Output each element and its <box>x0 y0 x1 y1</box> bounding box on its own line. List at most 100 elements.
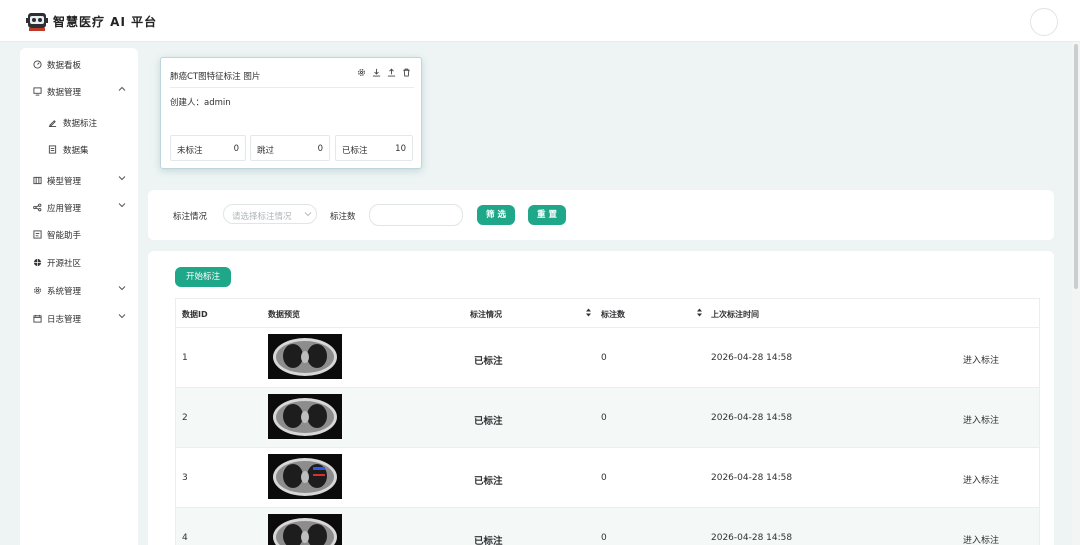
column-header-preview[interactable]: 数据预览 <box>268 309 300 320</box>
cell-id: 4 <box>182 533 188 543</box>
download-icon[interactable] <box>372 68 381 78</box>
model-icon <box>32 175 42 185</box>
sidebar-item-assistant[interactable]: 智能助手 <box>20 224 138 244</box>
sidebar-item-label: 系统管理 <box>47 287 82 297</box>
sidebar-item-community[interactable]: 开源社区 <box>20 252 138 272</box>
column-header-id[interactable]: 数据ID <box>182 309 208 320</box>
start-annotation-button[interactable]: 开始标注 <box>175 267 231 287</box>
upload-icon[interactable] <box>387 68 396 78</box>
enter-annotation-link[interactable]: 进入标注 <box>963 533 999 545</box>
column-header-status[interactable]: 标注情况 <box>470 309 502 320</box>
app-share-icon <box>32 202 42 212</box>
data-table: 数据ID 数据预览 标注情况 标注数 上次标注时间 1 已标注 0 2026-0… <box>175 298 1040 545</box>
status-select[interactable]: 请选择标注情况 <box>223 204 317 224</box>
ct-scan-thumbnail[interactable] <box>268 334 342 379</box>
ct-scan-thumbnail[interactable] <box>268 514 342 545</box>
robot-logo-icon <box>26 13 48 31</box>
page-scrollbar-thumb[interactable] <box>1074 44 1078 289</box>
dataset-actions <box>357 68 411 78</box>
sidebar-item-label: 数据集 <box>63 146 89 156</box>
sort-icon[interactable] <box>696 307 703 318</box>
divider <box>170 87 414 88</box>
enter-annotation-link[interactable]: 进入标注 <box>963 413 999 426</box>
filter-bar: 标注情况 请选择标注情况 标注数 筛 选 重 置 <box>148 190 1054 240</box>
stat-value: 0 <box>233 144 239 154</box>
stat-label: 已标注 <box>342 146 368 156</box>
table-row: 1 已标注 0 2026-04-28 14:58 进入标注 <box>176 328 1039 388</box>
sidebar-item-model-management[interactable]: 模型管理 <box>20 170 138 190</box>
sidebar-item-data-annotation[interactable]: 数据标注 <box>20 112 138 132</box>
gear-icon <box>32 285 42 295</box>
count-input[interactable] <box>369 204 463 226</box>
delete-icon[interactable] <box>402 68 411 78</box>
stat-value: 10 <box>395 144 406 154</box>
sidebar-item-data-management[interactable]: 数据管理 <box>20 81 138 101</box>
chevron-down-icon <box>118 176 126 181</box>
dataset-info-popover: 肺癌CT图特征标注 图片 创建人：admin 未标注 0 跳过 0 已标注 10 <box>160 57 422 169</box>
stat-value: 0 <box>317 144 323 154</box>
sidebar-nav: 数据看板 数据管理 数据标注 数据集 模型管理 应用管理 智能助手 开源社区 系… <box>20 48 138 545</box>
sidebar-item-label: 应用管理 <box>47 204 82 214</box>
dashboard-icon <box>32 59 42 69</box>
cell-count: 0 <box>601 473 607 483</box>
stat-unannotated: 未标注 0 <box>170 135 246 161</box>
stat-label: 未标注 <box>177 146 203 156</box>
sidebar-item-dataset[interactable]: 数据集 <box>20 139 138 159</box>
app-title: 智慧医疗 AI 平台 <box>53 15 158 29</box>
stat-skipped: 跳过 0 <box>250 135 330 161</box>
sidebar-item-label: 数据看板 <box>47 61 82 71</box>
table-row: 3 已标注 0 2026-04-28 14:58 进入标注 <box>176 448 1039 508</box>
globe-icon <box>32 257 42 267</box>
cell-status: 已标注 <box>474 416 503 427</box>
creator-text: 创建人：admin <box>170 98 231 108</box>
ct-scan-thumbnail[interactable] <box>268 394 342 439</box>
data-table-card: 开始标注 数据ID 数据预览 标注情况 标注数 上次标注时间 1 已标注 0 2… <box>148 251 1054 545</box>
cell-status: 已标注 <box>474 536 503 545</box>
table-row: 2 已标注 0 2026-04-28 14:58 进入标注 <box>176 388 1039 448</box>
cell-id: 2 <box>182 413 188 423</box>
dataset-title: 肺癌CT图特征标注 图片 <box>170 72 261 82</box>
cell-last-time: 2026-04-28 14:58 <box>711 353 793 363</box>
column-header-last-time[interactable]: 上次标注时间 <box>711 309 759 320</box>
annotate-pen-icon <box>47 117 57 127</box>
cell-status: 已标注 <box>474 476 503 487</box>
count-filter-label: 标注数 <box>330 212 356 222</box>
sidebar-item-label: 开源社区 <box>47 259 82 269</box>
chevron-down-icon <box>118 286 126 291</box>
sidebar-item-label: 日志管理 <box>47 315 82 325</box>
reset-button[interactable]: 重 置 <box>528 205 566 225</box>
sidebar-item-dashboard[interactable]: 数据看板 <box>20 54 138 74</box>
dataset-list-icon <box>47 144 57 154</box>
sidebar-item-app-management[interactable]: 应用管理 <box>20 197 138 217</box>
user-avatar[interactable] <box>1030 8 1058 36</box>
sidebar-item-label: 数据标注 <box>63 119 98 129</box>
stat-label: 跳过 <box>257 146 275 156</box>
cell-count: 0 <box>601 353 607 363</box>
stat-annotated: 已标注 10 <box>335 135 413 161</box>
ct-scan-thumbnail[interactable] <box>268 454 342 499</box>
sidebar-item-label: 模型管理 <box>47 177 82 187</box>
sort-icon[interactable] <box>585 307 592 318</box>
cell-count: 0 <box>601 413 607 423</box>
chevron-down-icon <box>304 212 312 217</box>
table-header: 数据ID 数据预览 标注情况 标注数 上次标注时间 <box>176 299 1039 328</box>
assistant-icon <box>32 229 42 239</box>
calendar-log-icon <box>32 313 42 323</box>
enter-annotation-link[interactable]: 进入标注 <box>963 473 999 486</box>
sidebar-item-log-management[interactable]: 日志管理 <box>20 308 138 328</box>
enter-annotation-link[interactable]: 进入标注 <box>963 353 999 366</box>
sidebar-item-label: 智能助手 <box>47 231 82 241</box>
cell-last-time: 2026-04-28 14:58 <box>711 533 793 543</box>
status-select-placeholder: 请选择标注情况 <box>232 212 292 222</box>
cell-id: 3 <box>182 473 188 483</box>
cell-last-time: 2026-04-28 14:58 <box>711 413 793 423</box>
settings-icon[interactable] <box>357 68 366 78</box>
column-header-count[interactable]: 标注数 <box>601 309 625 320</box>
sidebar-item-system-management[interactable]: 系统管理 <box>20 280 138 300</box>
cell-count: 0 <box>601 533 607 543</box>
top-header: 智慧医疗 AI 平台 <box>0 0 1080 42</box>
filter-button[interactable]: 筛 选 <box>477 205 515 225</box>
chevron-down-icon <box>118 203 126 208</box>
cell-id: 1 <box>182 353 188 363</box>
chevron-down-icon <box>118 314 126 319</box>
